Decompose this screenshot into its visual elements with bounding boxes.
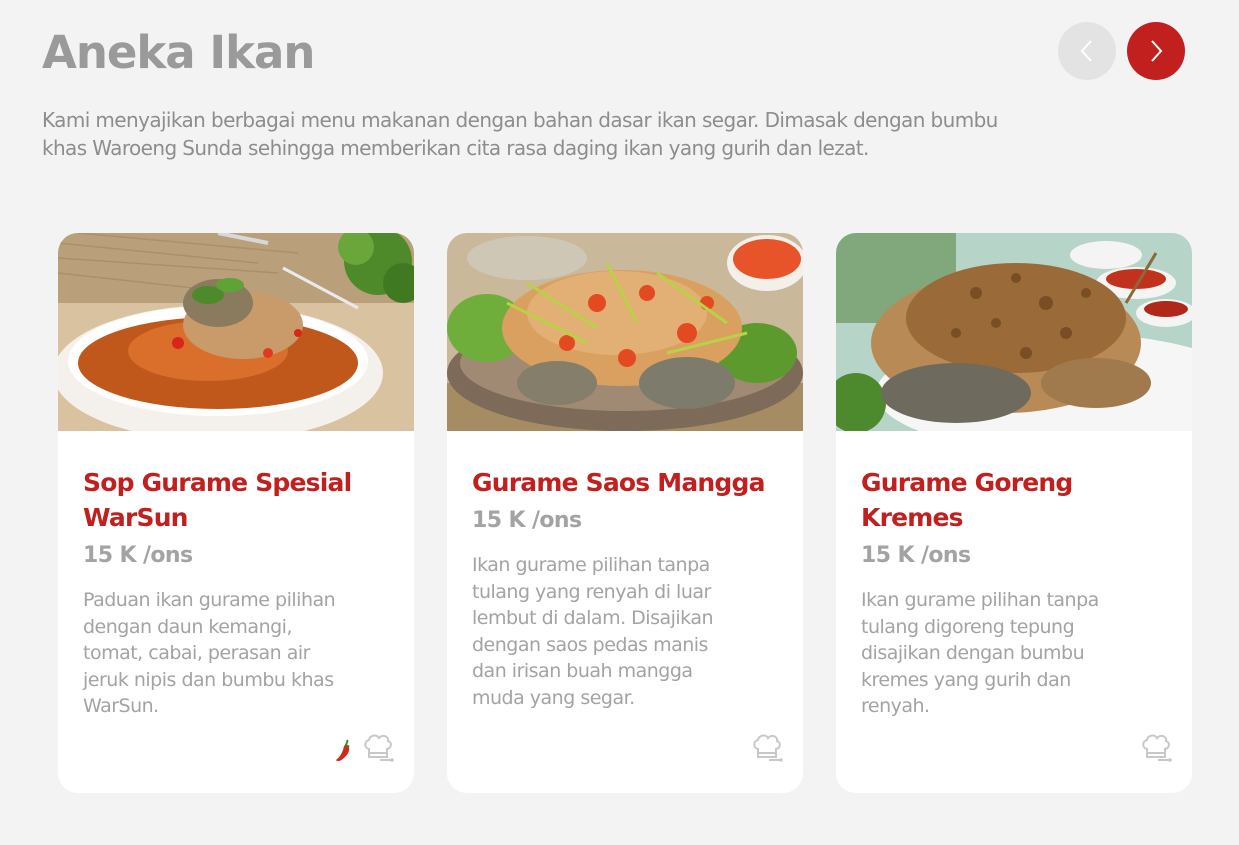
- menu-page: Aneka Ikan Kami menyajikan berbagai menu…: [0, 0, 1239, 845]
- dish-description: Ikan gurame pilihan tanpa tulang digoren…: [861, 589, 1099, 717]
- chevron-right-icon: [1151, 40, 1163, 62]
- dish-name[interactable]: Gurame Saos Mangga: [472, 465, 778, 500]
- chevron-left-icon: [1080, 40, 1092, 62]
- dish-image-gurame-goreng-kremes: [836, 233, 1192, 431]
- dish-image-gurame-saos-mangga: [447, 233, 803, 431]
- section-title: Aneka Ikan: [42, 26, 315, 79]
- chef-hat-icon: [364, 734, 394, 762]
- dish-price: 15 K /ons: [83, 543, 193, 568]
- carousel-prev-button[interactable]: [1058, 22, 1116, 80]
- dish-description: Paduan ikan gurame pilihan dengan daun k…: [83, 589, 336, 717]
- carousel-next-button[interactable]: [1127, 22, 1185, 80]
- dish-badges: [751, 733, 783, 763]
- dish-description: Ikan gurame pilihan tanpa tulang yang re…: [472, 554, 714, 709]
- dish-badges: [334, 733, 394, 763]
- menu-card[interactable]: Sop Gurame Spesial WarSun 15 K /ons Padu…: [58, 233, 414, 793]
- dish-image-sop-gurame: [58, 233, 414, 431]
- dish-price: 15 K /ons: [861, 543, 971, 568]
- menu-card-list: Sop Gurame Spesial WarSun 15 K /ons Padu…: [58, 233, 1192, 793]
- chef-hat-icon: [1142, 734, 1172, 762]
- chili-icon: [336, 739, 350, 762]
- dish-name[interactable]: Sop Gurame Spesial WarSun: [83, 465, 389, 535]
- menu-card[interactable]: Gurame Saos Mangga 15 K /ons Ikan gurame…: [447, 233, 803, 793]
- card-body: Sop Gurame Spesial WarSun 15 K /ons Padu…: [83, 465, 389, 720]
- dish-name[interactable]: Gurame Goreng Kremes: [861, 465, 1167, 535]
- card-body: Gurame Goreng Kremes 15 K /ons Ikan gura…: [861, 465, 1167, 720]
- dish-badges: [1140, 733, 1172, 763]
- dish-price: 15 K /ons: [472, 508, 582, 533]
- menu-card[interactable]: Gurame Goreng Kremes 15 K /ons Ikan gura…: [836, 233, 1192, 793]
- card-body: Gurame Saos Mangga 15 K /ons Ikan gurame…: [472, 465, 778, 711]
- section-description: Kami menyajikan berbagai menu makanan de…: [42, 108, 998, 160]
- chef-hat-icon: [753, 734, 783, 762]
